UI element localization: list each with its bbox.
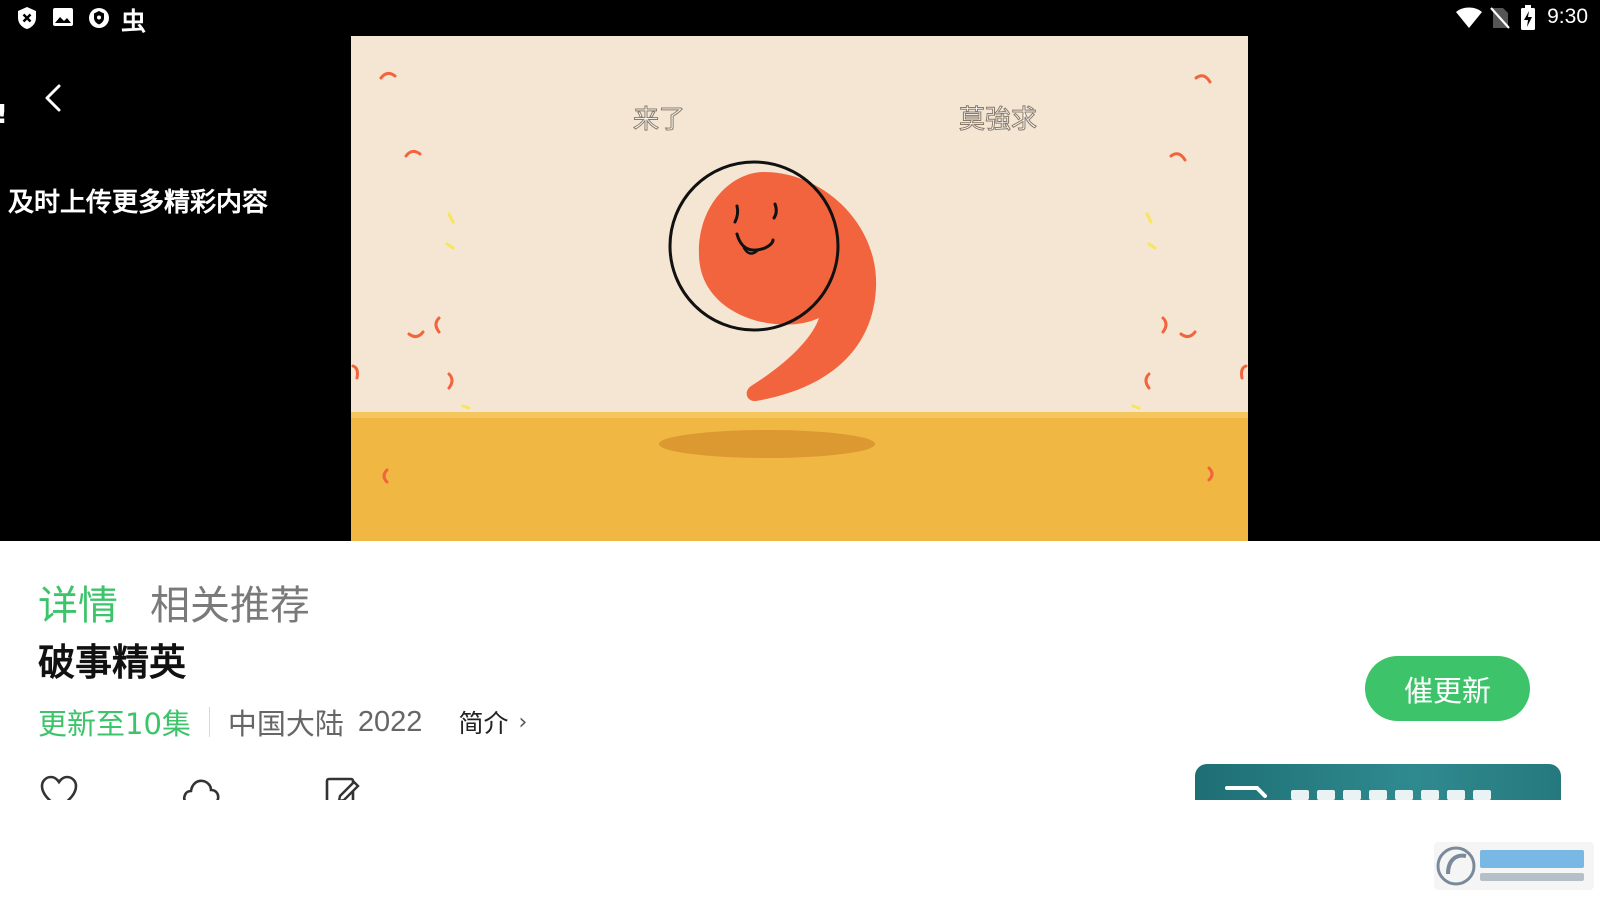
battery-charging-icon — [1520, 5, 1536, 35]
intro-link[interactable]: 简介 › — [458, 704, 527, 740]
show-year: 2022 — [357, 705, 423, 738]
video-caption-right: 莫強求 — [959, 105, 1037, 135]
image-icon — [52, 6, 74, 32]
side-overlay-text-exclaim: ! — [0, 100, 8, 130]
heart-icon[interactable] — [39, 774, 79, 800]
chevron-right-icon: › — [518, 709, 528, 735]
urge-update-button[interactable]: 催更新 — [1365, 656, 1530, 721]
video-mascot-illustration: 来了 莫強求 — [351, 36, 1248, 541]
meta-divider — [208, 707, 210, 737]
video-frame[interactable]: 来了 莫強求 — [351, 36, 1248, 541]
promo-banner[interactable] — [1195, 764, 1561, 800]
show-region: 中国大陆 — [227, 707, 344, 741]
detail-tabs: 详情 相关推荐 — [38, 582, 310, 630]
tab-related[interactable]: 相关推荐 — [150, 582, 310, 630]
side-overlay-hint-text: 及时上传更多精彩内容 — [8, 188, 269, 218]
update-status: 更新至10集 — [38, 707, 191, 741]
vpn-shield-icon — [88, 6, 110, 34]
promo-banner-graphic — [1225, 786, 1491, 800]
wifi-icon — [1455, 7, 1483, 33]
intro-label: 简介 — [458, 709, 509, 738]
shield-x-icon — [16, 6, 38, 34]
no-sim-icon — [1490, 7, 1510, 33]
back-button[interactable] — [36, 78, 72, 118]
show-title: 破事精英 — [38, 641, 186, 684]
bug-icon: 虫 — [120, 6, 150, 38]
status-time: 9:30 — [1547, 5, 1588, 28]
watermark-logo — [1434, 842, 1594, 890]
cloud-download-icon[interactable] — [181, 774, 221, 800]
edit-icon[interactable] — [324, 774, 364, 800]
video-player[interactable]: ! 及时上传更多精彩内容 来了 — [0, 36, 1600, 541]
show-meta-row: 更新至10集 中国大陆 2022 简介 › — [38, 700, 527, 744]
chevron-left-icon — [45, 84, 61, 112]
svg-text:虫: 虫 — [121, 7, 146, 34]
status-bar: 虫 9:30 — [0, 0, 1600, 36]
tab-details[interactable]: 详情 — [38, 582, 118, 630]
video-caption-left: 来了 — [633, 105, 685, 135]
